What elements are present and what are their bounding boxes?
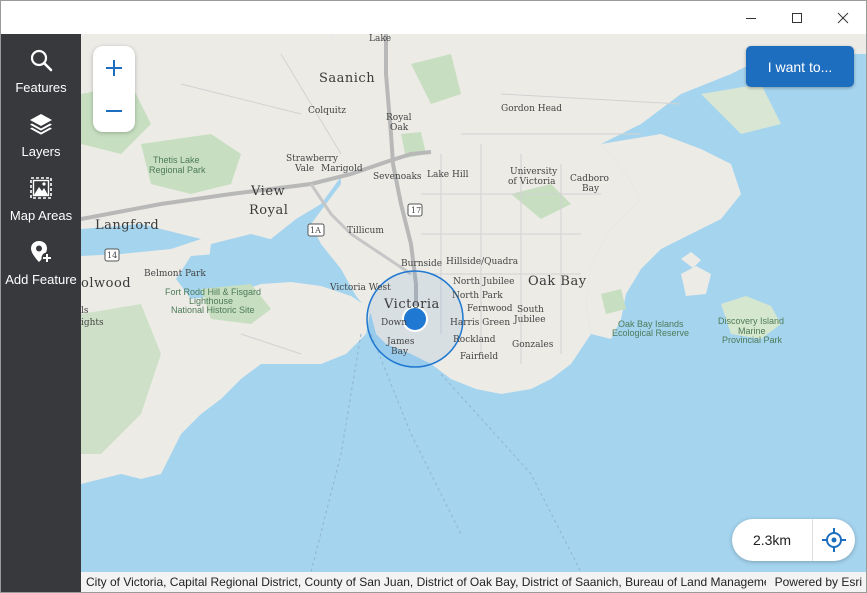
minimize-button[interactable] [728, 1, 774, 34]
map-label: North Park [452, 291, 503, 301]
sidebar-item-features[interactable]: Features [1, 42, 81, 104]
map-label: Down [381, 318, 408, 328]
sidebar-item-label: Layers [21, 144, 61, 159]
map-label: 17 [411, 206, 422, 215]
map-label: Gonzales [512, 340, 554, 350]
map-label: Provincial Park [722, 335, 783, 345]
map-label: Langford [95, 218, 160, 233]
map-label: Bay [391, 347, 409, 357]
map-label: University [510, 167, 558, 177]
scale-locate-control: 2.3km [732, 519, 855, 561]
map-label: Saanich [319, 71, 376, 86]
map-label: 14 [107, 251, 118, 260]
crosshair-icon [822, 528, 846, 552]
app-window: Features Layers Map Areas Add Feature La… [0, 0, 867, 593]
i-want-to-button[interactable]: I want to... [746, 46, 854, 87]
map-label: View [251, 184, 286, 199]
attribution-bar: City of Victoria, Capital Regional Distr… [81, 572, 866, 592]
map-label: Bay [582, 184, 600, 194]
map-label: Gordon Head [501, 104, 563, 114]
map-label: Royal [386, 113, 412, 123]
map-label: Oak Bay [528, 274, 587, 289]
minimize-icon [746, 17, 756, 19]
map-label: Sevenoaks [373, 172, 422, 182]
map-label: Royal [249, 203, 289, 218]
layers-icon [30, 114, 52, 135]
sidebar-item-label: Map Areas [9, 208, 73, 223]
map-label: National Historic Site [171, 305, 255, 315]
sidebar-item-add-feature[interactable]: Add Feature [1, 234, 81, 296]
map-label: Vale [295, 164, 315, 174]
sidebar-item-label: Add Feature [5, 272, 77, 287]
map-label: ls [81, 306, 89, 316]
map-label: Rockland [453, 335, 496, 345]
sidebar-item-layers[interactable]: Layers [1, 106, 81, 168]
sidebar-item-label: Features [15, 80, 67, 95]
map-label: Fairfield [460, 352, 499, 362]
map-view[interactable]: Lake Saanich Colquitz Royal Oak Gordon H… [81, 34, 866, 572]
map-label: Discovery Island [718, 316, 785, 326]
zoom-out-button[interactable] [93, 89, 135, 132]
close-icon [837, 12, 849, 23]
map-label: Thetis Lake [153, 155, 200, 165]
map-label: Victoria [384, 297, 440, 312]
map-label: olwood [81, 276, 132, 291]
zoom-control [93, 46, 135, 132]
map-label: Jubilee [514, 315, 546, 325]
map-label: of Victoria [508, 177, 556, 187]
map-label: Fernwood [467, 304, 513, 314]
map-label: Victoria West [330, 283, 391, 293]
map-label: 1A [310, 226, 321, 235]
map-label: Burnside [401, 259, 443, 269]
powered-by-esri[interactable]: Powered by Esri [775, 575, 862, 589]
map-label: North Jubilee [453, 277, 515, 287]
map-label: Regional Park [149, 165, 206, 175]
map-label: Oak [390, 123, 409, 133]
plus-icon [106, 59, 122, 76]
locate-button[interactable] [813, 519, 855, 561]
zoom-in-button[interactable] [93, 46, 135, 89]
map-label: Harris Green [450, 318, 511, 328]
map-label: Marigold [321, 164, 363, 174]
map-label: Lake [369, 34, 392, 44]
map-areas-icon [30, 177, 52, 199]
sidebar: Features Layers Map Areas Add Feature [1, 34, 81, 592]
map-label: Strawberry [286, 154, 338, 164]
map-label: Belmont Park [144, 269, 206, 279]
title-bar [1, 1, 866, 34]
map-label: Hillside/Quadra [446, 257, 519, 267]
sidebar-item-map-areas[interactable]: Map Areas [1, 170, 81, 232]
search-icon [30, 49, 53, 72]
maximize-button[interactable] [774, 1, 820, 34]
map-label: Colquitz [308, 106, 346, 116]
maximize-icon [792, 12, 802, 23]
map-label: Cadboro [570, 174, 609, 184]
attribution-text: City of Victoria, Capital Regional Distr… [86, 575, 766, 589]
map-label: Lake Hill [427, 170, 469, 180]
scale-label: 2.3km [752, 532, 792, 548]
map-label: South [517, 305, 544, 315]
add-feature-icon [31, 241, 53, 264]
map-label: ights [81, 318, 104, 328]
minus-icon [106, 109, 122, 112]
map-label: James [387, 337, 415, 347]
close-button[interactable] [820, 1, 866, 34]
map-label: Tillicum [347, 226, 384, 236]
map-label: Ecological Reserve [612, 328, 690, 338]
